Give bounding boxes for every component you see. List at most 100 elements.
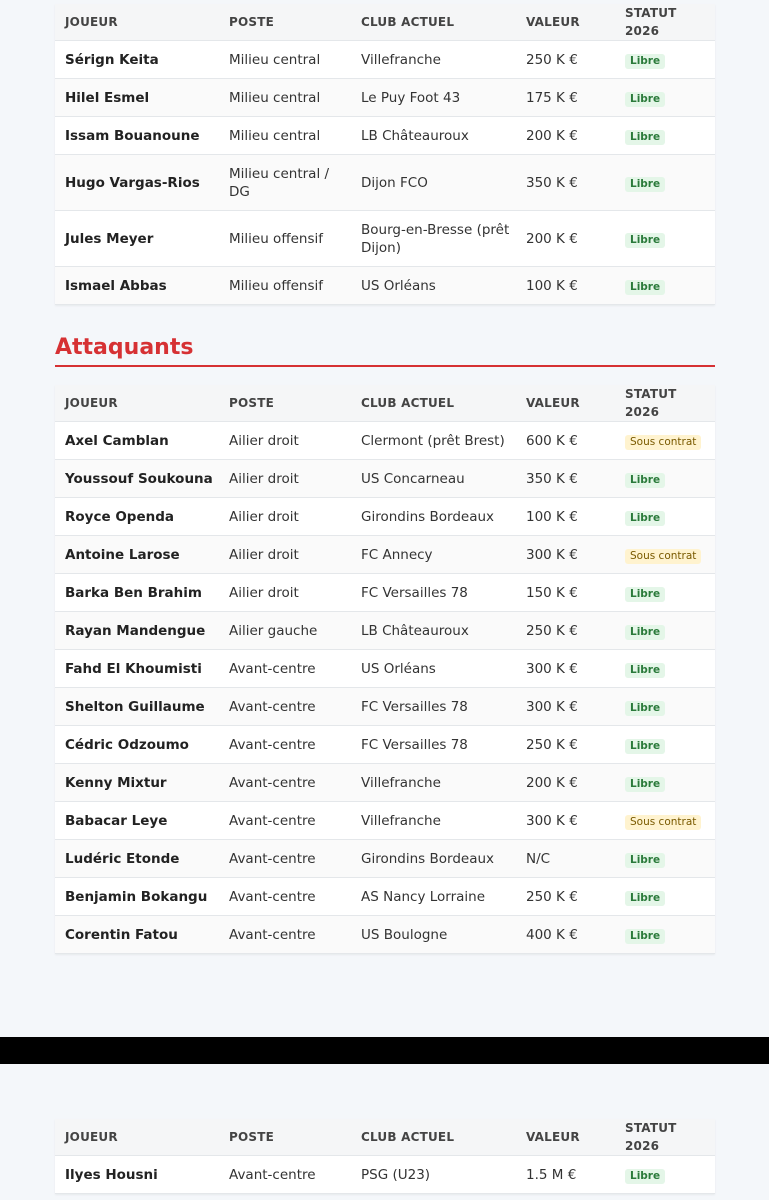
col-joueur: JOUEUR (65, 396, 118, 410)
player-name: Babacar Leye (65, 812, 168, 829)
player-valeur: 300 K € (526, 698, 578, 715)
col-poste: POSTE (229, 396, 275, 410)
player-name: Royce Openda (65, 508, 175, 525)
table-row: Jules Meyer Milieu offensif Bourg-en-Bre… (55, 211, 715, 267)
player-club: Villefranche (361, 774, 441, 791)
player-poste: Milieu central / DG (229, 165, 330, 200)
table-row: Cédric Odzoumo Avant-centre FC Versaille… (55, 726, 715, 764)
player-valeur: 300 K € (526, 546, 578, 563)
col-statut: STATUT 2026 (625, 6, 677, 38)
status-badge: Libre (625, 852, 666, 868)
player-club: LB Châteauroux (361, 622, 469, 639)
col-club: CLUB ACTUEL (361, 1130, 455, 1144)
player-valeur: 250 K € (526, 51, 578, 68)
player-club: Dijon FCO (361, 174, 428, 191)
table-row: Axel Camblan Ailier droit Clermont (prêt… (55, 422, 715, 460)
table-row: Ismael Abbas Milieu offensif US Orléans … (55, 267, 715, 305)
col-joueur: JOUEUR (65, 15, 118, 29)
player-name: Ilyes Housni (65, 1166, 158, 1183)
table-row: Barka Ben Brahim Ailier droit FC Versail… (55, 574, 715, 612)
status-badge: Libre (625, 890, 666, 906)
player-poste: Ailier droit (229, 432, 299, 449)
table-header: JOUEUR POSTE CLUB ACTUEL VALEUR STATUT 2… (55, 1119, 715, 1156)
col-club: CLUB ACTUEL (361, 396, 455, 410)
player-name: Sérign Keita (65, 51, 159, 68)
table-row: Rayan Mandengue Ailier gauche LB Château… (55, 612, 715, 650)
player-club: Villefranche (361, 51, 441, 68)
table-row: Youssouf Soukouna Ailier droit US Concar… (55, 460, 715, 498)
col-valeur: VALEUR (526, 1130, 580, 1144)
player-club: Clermont (prêt Brest) (361, 432, 505, 449)
player-poste: Avant-centre (229, 774, 316, 791)
col-valeur: VALEUR (526, 396, 580, 410)
player-valeur: 350 K € (526, 174, 578, 191)
col-poste: POSTE (229, 1130, 275, 1144)
col-club: CLUB ACTUEL (361, 15, 455, 29)
player-club: Girondins Bordeaux (361, 850, 495, 867)
table-row: Ilyes Housni Avant-centre PSG (U23) 1.5 … (55, 1156, 715, 1194)
player-valeur: 1.5 M € (526, 1166, 577, 1183)
status-badge: Libre (625, 279, 666, 295)
status-badge: Libre (625, 700, 666, 716)
player-club: LB Châteauroux (361, 127, 469, 144)
player-name: Hilel Esmel (65, 89, 150, 106)
col-joueur: JOUEUR (65, 1130, 118, 1144)
table-row: Issam Bouanoune Milieu central LB Châtea… (55, 117, 715, 155)
player-poste: Milieu central (229, 51, 321, 68)
player-poste: Avant-centre (229, 812, 316, 829)
status-badge: Sous contrat (625, 814, 702, 830)
player-club: Le Puy Foot 43 (361, 89, 461, 106)
player-club: Villefranche (361, 812, 441, 829)
status-badge: Libre (625, 91, 666, 107)
player-club: FC Versailles 78 (361, 584, 468, 601)
table-row: Corentin Fatou Avant-centre US Boulogne … (55, 916, 715, 954)
player-name: Jules Meyer (65, 230, 154, 247)
player-poste: Milieu central (229, 89, 321, 106)
player-valeur: 100 K € (526, 508, 578, 525)
player-valeur: 400 K € (526, 926, 578, 943)
player-poste: Ailier droit (229, 470, 299, 487)
player-valeur: 250 K € (526, 888, 578, 905)
status-badge: Libre (625, 510, 666, 526)
status-badge: Sous contrat (625, 548, 702, 564)
section-title-attaquants: Attaquants (55, 333, 715, 367)
player-club: US Orléans (361, 660, 436, 677)
table-attaquants: JOUEUR POSTE CLUB ACTUEL VALEUR STATUT 2… (55, 385, 715, 954)
status-badge: Libre (625, 129, 666, 145)
player-name: Shelton Guillaume (65, 698, 205, 715)
player-valeur: 200 K € (526, 774, 578, 791)
status-badge: Libre (625, 472, 666, 488)
player-poste: Avant-centre (229, 926, 316, 943)
table-row: Babacar Leye Avant-centre Villefranche 3… (55, 802, 715, 840)
table-row: Kenny Mixtur Avant-centre Villefranche 2… (55, 764, 715, 802)
status-badge: Libre (625, 1168, 666, 1184)
status-badge: Libre (625, 928, 666, 944)
table-header: JOUEUR POSTE CLUB ACTUEL VALEUR STATUT 2… (55, 385, 715, 422)
player-name: Antoine Larose (65, 546, 180, 563)
table-header: JOUEUR POSTE CLUB ACTUEL VALEUR STATUT 2… (55, 4, 715, 41)
col-poste: POSTE (229, 15, 275, 29)
status-badge: Libre (625, 586, 666, 602)
player-club: US Orléans (361, 277, 436, 294)
table-row: Hilel Esmel Milieu central Le Puy Foot 4… (55, 79, 715, 117)
player-poste: Avant-centre (229, 1166, 316, 1183)
player-club: FC Versailles 78 (361, 736, 468, 753)
player-club: PSG (U23) (361, 1166, 431, 1183)
player-valeur: 250 K € (526, 736, 578, 753)
player-name: Issam Bouanoune (65, 127, 200, 144)
player-valeur: 100 K € (526, 277, 578, 294)
player-poste: Milieu offensif (229, 230, 324, 247)
player-poste: Milieu central (229, 127, 321, 144)
table-row: Sérign Keita Milieu central Villefranche… (55, 41, 715, 79)
table-row: Benjamin Bokangu Avant-centre AS Nancy L… (55, 878, 715, 916)
player-name: Cédric Odzoumo (65, 736, 189, 753)
player-name: Youssouf Soukouna (65, 470, 213, 487)
col-valeur: VALEUR (526, 15, 580, 29)
player-poste: Avant-centre (229, 888, 316, 905)
table-row: Shelton Guillaume Avant-centre FC Versai… (55, 688, 715, 726)
player-name: Ismael Abbas (65, 277, 167, 294)
player-name: Corentin Fatou (65, 926, 178, 943)
status-badge: Sous contrat (625, 434, 702, 450)
player-poste: Ailier droit (229, 508, 299, 525)
player-club: Girondins Bordeaux (361, 508, 495, 525)
